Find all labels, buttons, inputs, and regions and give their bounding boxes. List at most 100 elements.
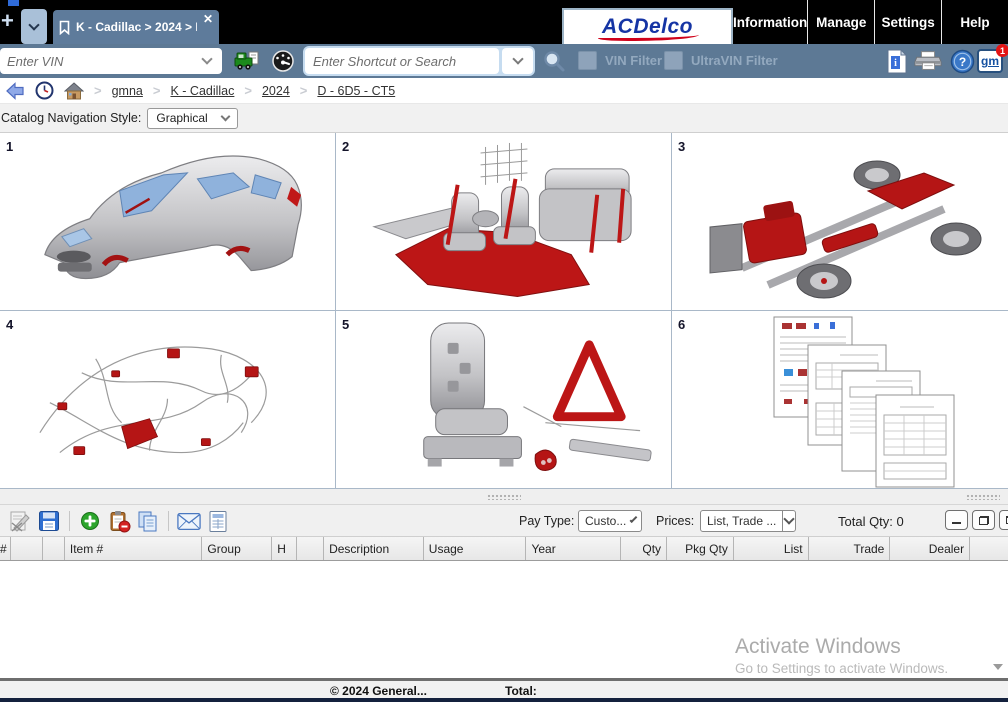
vehicle-info-button[interactable]: i <box>883 48 911 74</box>
tab-close-icon[interactable]: ✕ <box>203 12 213 26</box>
column-header-h[interactable]: H <box>272 537 297 560</box>
column-header[interactable] <box>970 537 1008 560</box>
history-button[interactable] <box>35 81 54 100</box>
breadcrumb-separator: > <box>153 83 161 98</box>
watermark-line1: Activate Windows <box>735 635 948 659</box>
column-header-group[interactable]: Group <box>202 537 272 560</box>
tab-list-dropdown-button[interactable] <box>21 9 47 44</box>
watermark-line2: Go to Settings to activate Windows. <box>735 661 948 676</box>
splitter-grip[interactable] <box>966 494 1000 500</box>
save-button[interactable] <box>37 509 61 533</box>
new-tab-button[interactable]: + <box>1 10 14 32</box>
scrollbar-down-arrow[interactable] <box>993 664 1003 670</box>
add-item-button[interactable] <box>78 509 102 533</box>
panel-chassis-powertrain[interactable]: 3 <box>672 133 1008 311</box>
breadcrumb: > gmna > K - Cadillac > 2024 > D - 6D5 -… <box>0 78 1008 104</box>
panel-wiring-harness[interactable]: 4 <box>0 311 336 489</box>
menu-information[interactable]: Information <box>733 0 807 44</box>
column-header-pkg-qty[interactable]: Pkg Qty <box>667 537 734 560</box>
panel-seat-and-road-kit[interactable]: 5 <box>336 311 672 489</box>
menu-settings[interactable]: Settings <box>874 0 941 44</box>
minimize-button[interactable] <box>945 510 968 530</box>
total-qty: Total Qty: 0 <box>838 514 904 529</box>
back-button[interactable] <box>6 82 25 100</box>
column-header-list[interactable]: List <box>734 537 809 560</box>
panel-interior-seats[interactable]: 2 <box>336 133 672 311</box>
menu-help[interactable]: Help <box>941 0 1008 44</box>
panel-documents[interactable]: 6 <box>672 311 1008 489</box>
parts-grid-toolbar: Pay Type: Custo... Prices: List, Trade .… <box>0 505 1008 537</box>
vin-combo <box>0 48 222 74</box>
breadcrumb-link-make[interactable]: K - Cadillac <box>170 84 234 98</box>
menu-manage[interactable]: Manage <box>807 0 874 44</box>
pay-type-select[interactable]: Custo... <box>578 510 642 532</box>
vin-filter-checkbox[interactable] <box>578 51 597 70</box>
back-arrow-icon <box>6 82 25 100</box>
clipboard-remove-icon <box>108 510 131 533</box>
search-history-dropdown[interactable] <box>502 48 533 74</box>
parts-grid-body[interactable]: Activate Windows Go to Settings to activ… <box>0 561 1008 678</box>
vin-input[interactable] <box>1 54 203 69</box>
total-label: Total: <box>505 684 537 698</box>
vehicle-lookup-button[interactable] <box>233 48 261 74</box>
report-icon <box>208 510 228 533</box>
status-bar: © 2024 General... Total: <box>0 678 1008 698</box>
home-button[interactable] <box>64 82 84 100</box>
main-menu: Information Manage Settings Help <box>733 0 1008 44</box>
column-header-trade[interactable]: Trade <box>809 537 891 560</box>
pay-type-label: Pay Type: <box>519 514 574 528</box>
prices-dropdown-button[interactable] <box>782 511 795 531</box>
ultravin-filter-checkbox[interactable] <box>664 51 683 70</box>
column-header-usage[interactable]: Usage <box>424 537 527 560</box>
bookmark-icon <box>59 20 70 35</box>
tab-bar: + K - Cadillac > 2024 > D - ... ✕ ACDelc… <box>0 0 1008 44</box>
column-header-description[interactable]: Description <box>324 537 424 560</box>
column-header[interactable] <box>297 537 324 560</box>
column-header[interactable] <box>43 537 65 560</box>
breadcrumb-link-model[interactable]: D - 6D5 - CT5 <box>317 84 395 98</box>
acdelco-logo[interactable]: ACDelco <box>562 8 733 44</box>
edit-disabled-icon <box>9 510 31 532</box>
printer-icon <box>914 49 942 73</box>
breadcrumb-link-gmna[interactable]: gmna <box>112 84 143 98</box>
panel-grid-splitter[interactable] <box>0 489 1008 505</box>
remove-item-button[interactable] <box>107 509 131 533</box>
prices-select[interactable]: List, Trade ... <box>700 510 796 532</box>
breadcrumb-separator: > <box>300 83 308 98</box>
column-header[interactable]: # <box>0 537 11 560</box>
toolbar-separator <box>69 511 70 531</box>
breadcrumb-separator: > <box>94 83 102 98</box>
search-button[interactable] <box>540 48 568 74</box>
chevron-down-icon <box>220 112 230 122</box>
catalog-style-label: Catalog Navigation Style: <box>1 111 141 125</box>
column-header-year[interactable]: Year <box>526 537 621 560</box>
print-button[interactable] <box>914 48 942 74</box>
tab-active[interactable]: K - Cadillac > 2024 > D - ... ✕ <box>53 10 219 44</box>
catalog-style-select[interactable]: Graphical <box>147 108 237 129</box>
odometer-button[interactable] <box>269 48 297 74</box>
envelope-icon <box>177 512 201 531</box>
restore-button[interactable] <box>972 510 995 530</box>
shortcut-search-field <box>305 48 499 74</box>
breadcrumb-separator: > <box>244 83 252 98</box>
bottom-strip <box>0 698 1008 702</box>
chevron-down-icon[interactable] <box>201 53 212 64</box>
report-button[interactable] <box>206 509 230 533</box>
panel-body-structure[interactable]: 1 <box>0 133 336 311</box>
maximize-button[interactable] <box>999 510 1008 530</box>
column-header[interactable] <box>11 537 43 560</box>
svg-text:i: i <box>894 58 897 69</box>
vin-filter-toggle[interactable]: VIN Filter <box>578 51 662 70</box>
column-header-item[interactable]: Item # <box>65 537 203 560</box>
ultravin-filter-toggle[interactable]: UltraVIN Filter <box>664 51 778 70</box>
edit-disabled-button[interactable] <box>8 509 32 533</box>
shortcut-search-input[interactable] <box>305 54 499 69</box>
help-button[interactable]: ? <box>948 48 976 74</box>
column-header-dealer[interactable]: Dealer <box>890 537 970 560</box>
copy-button[interactable] <box>136 509 160 533</box>
email-button[interactable] <box>177 509 201 533</box>
breadcrumb-link-year[interactable]: 2024 <box>262 84 290 98</box>
splitter-grip[interactable] <box>487 494 521 500</box>
panel-number: 2 <box>342 139 349 154</box>
column-header-qty[interactable]: Qty <box>621 537 667 560</box>
